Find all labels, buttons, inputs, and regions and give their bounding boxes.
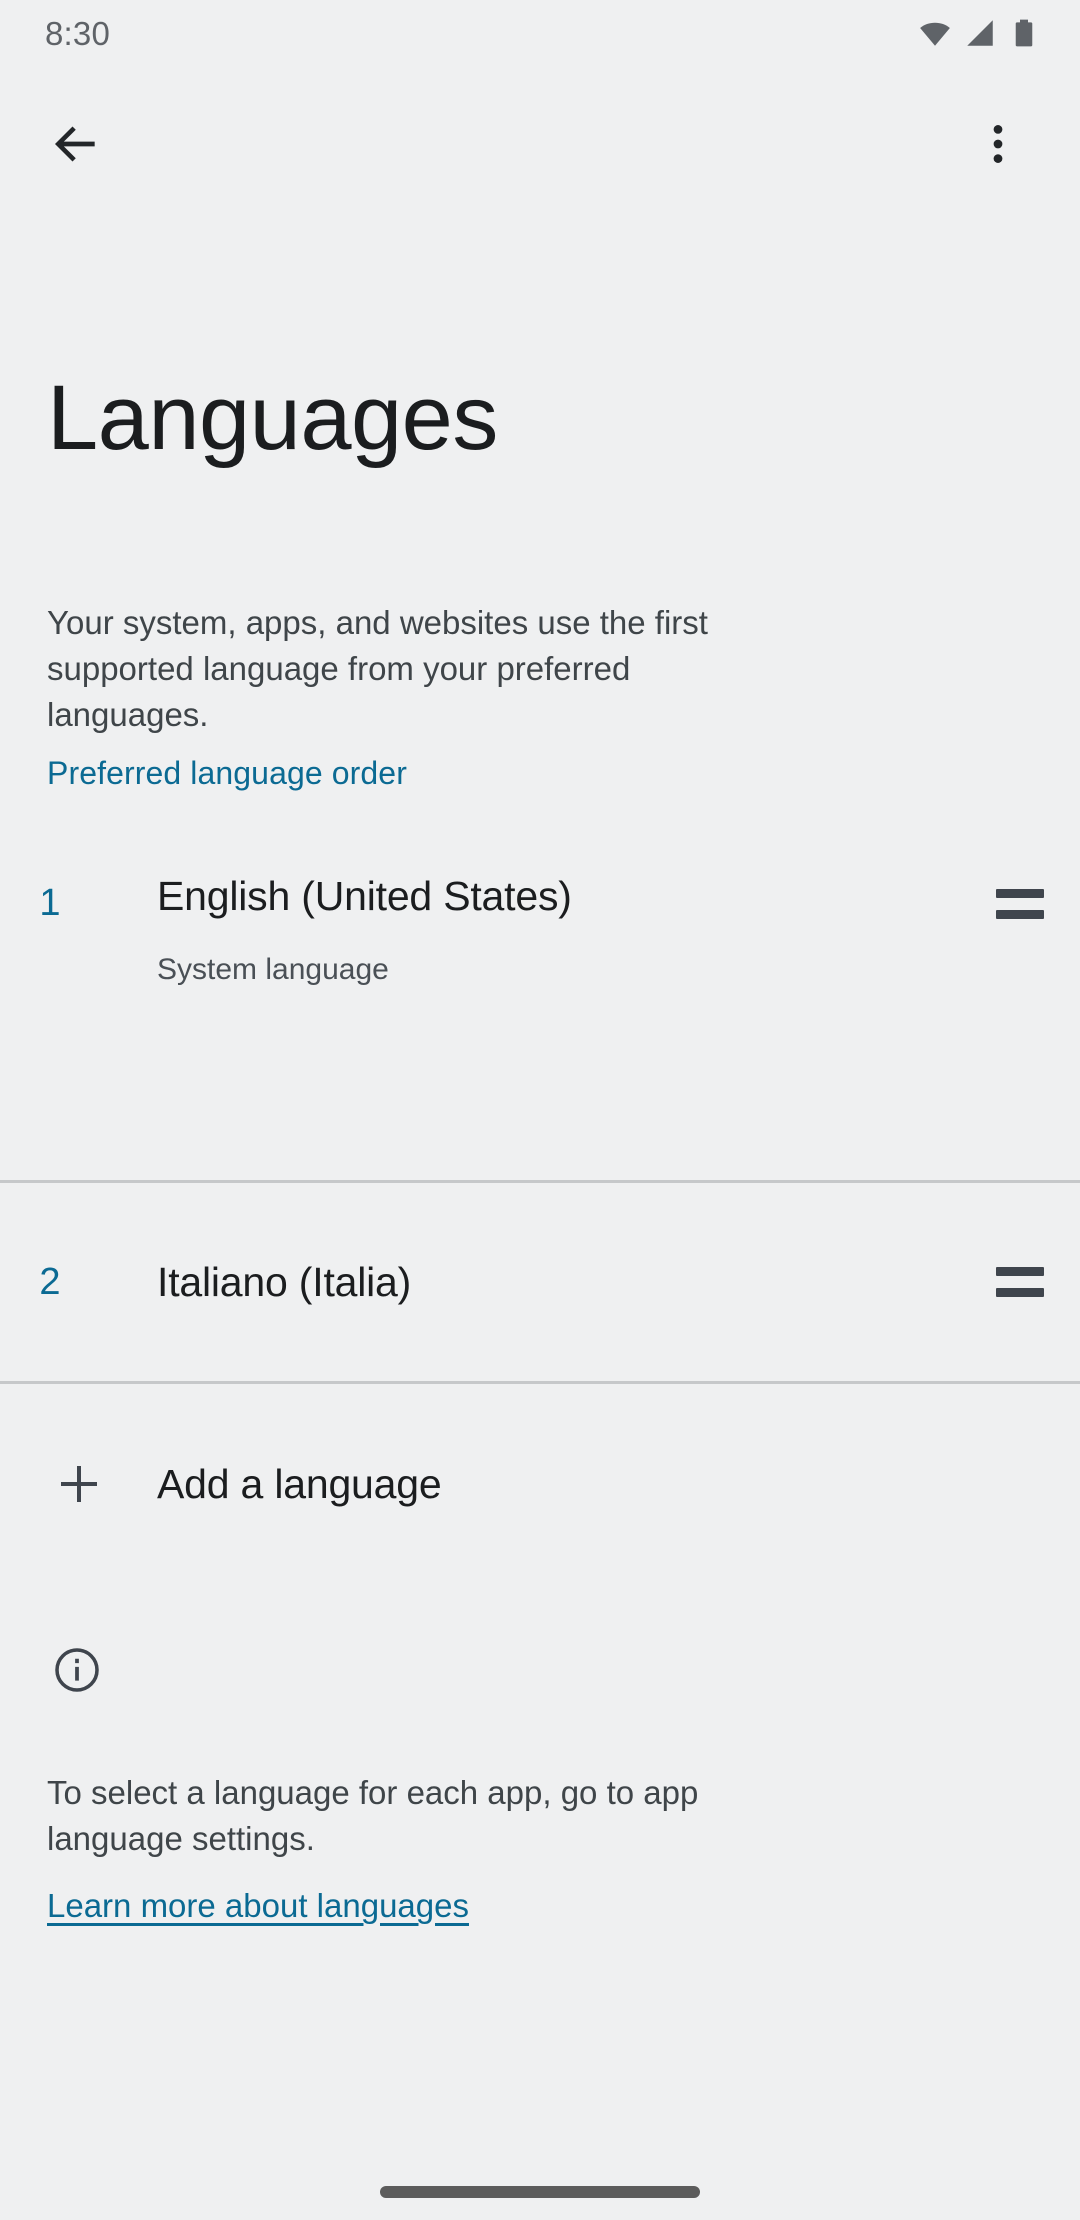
language-row-english[interactable]: 1 English (United States) System languag… (0, 840, 1080, 1180)
drag-handle-bar (996, 889, 1044, 898)
add-language-label: Add a language (157, 1460, 442, 1507)
drag-handle-bar (996, 910, 1044, 919)
language-name: Italiano (Italia) (157, 1258, 412, 1305)
add-language-button[interactable]: Add a language (0, 1420, 1080, 1548)
section-header-preferred-order: Preferred language order (47, 755, 407, 791)
battery-icon (1008, 16, 1040, 50)
page-title: Languages (47, 367, 498, 469)
page-description: Your system, apps, and websites use the … (47, 604, 708, 733)
language-row-body: Italiano (Italia) (100, 1258, 960, 1305)
back-arrow-icon (48, 116, 104, 172)
drag-handle-bar (996, 1288, 1044, 1297)
language-subtitle: System language (157, 953, 389, 986)
drag-handle-icon[interactable] (960, 1252, 1080, 1312)
action-bar (0, 66, 1080, 221)
language-order-number: 2 (39, 1261, 61, 1303)
wifi-icon (918, 16, 952, 50)
status-bar: 8:30 (0, 0, 1080, 66)
info-circle-icon (47, 1640, 107, 1700)
gesture-navigation-bar[interactable] (380, 2186, 700, 2198)
learn-more-link[interactable]: Learn more about languages (47, 1887, 469, 1925)
status-bar-icons (918, 16, 1040, 50)
language-name: English (United States) (157, 873, 572, 919)
languages-settings-screen: 8:30 Languages Your system, apps, and we… (0, 0, 1080, 2220)
footer-description: To select a language for each app, go to… (47, 1774, 699, 1857)
drag-handle-bar (996, 1267, 1044, 1276)
status-bar-clock: 8:30 (45, 14, 111, 52)
back-button[interactable] (30, 98, 122, 190)
overflow-menu-button[interactable] (952, 98, 1044, 190)
language-list: 1 English (United States) System languag… (0, 840, 1080, 1384)
drag-handle-icon[interactable] (960, 874, 1080, 934)
language-row-italiano[interactable]: 2 Italiano (Italia) (0, 1183, 1080, 1381)
language-row-body: English (United States) System language (100, 840, 960, 985)
plus-icon (0, 1460, 157, 1508)
more-options-icon (973, 119, 1023, 169)
list-divider (0, 1381, 1080, 1384)
cellular-signal-icon (963, 16, 997, 50)
language-order-number: 1 (39, 882, 61, 924)
